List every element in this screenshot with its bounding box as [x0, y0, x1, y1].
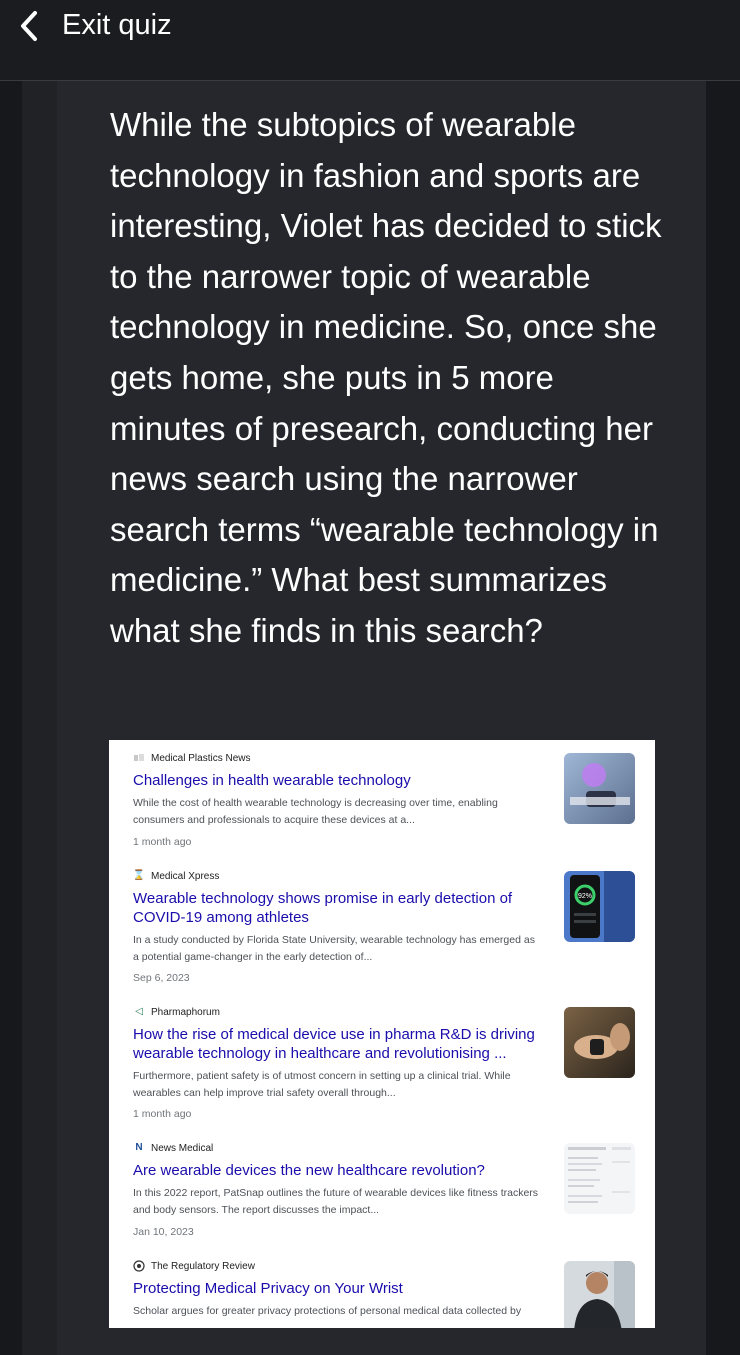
result-date: 1 month ago [133, 836, 192, 848]
result-snippet: Furthermore, patient safety is of utmost… [133, 1070, 511, 1099]
pharmaphorum-logo: ◁ [135, 1006, 143, 1017]
result-date: Sep 6, 2023 [133, 972, 190, 984]
result-snippet: In a study conducted by Florida State Un… [133, 934, 535, 963]
question-text: While the subtopics of wearable technolo… [110, 106, 662, 649]
result-source: N News Medical [133, 1141, 213, 1155]
chevron-left-icon[interactable] [12, 8, 48, 44]
result-title-link[interactable]: How the rise of medical device use in ph… [133, 1025, 543, 1063]
exit-quiz-button[interactable]: Exit quiz [62, 7, 172, 43]
result-title-link[interactable]: Protecting Medical Privacy on Your Wrist [133, 1279, 543, 1298]
search-results-image: Medical Plastics News Challenges in heal… [109, 740, 655, 1328]
result-title-link[interactable]: Wearable technology shows promise in ear… [133, 889, 543, 927]
person-with-smartwatch-photo[interactable] [564, 1261, 635, 1328]
fitness-app-phone-photo[interactable]: 92% [564, 871, 635, 942]
regulatory-review-logo [133, 1260, 145, 1272]
result-source: The Regulatory Review [133, 1259, 255, 1273]
medical-plastics-news-logo [133, 752, 145, 764]
result-source: ◁ Pharmaphorum [133, 1005, 220, 1019]
result-date: Jan 10, 2023 [133, 1226, 194, 1238]
result-snippet: Scholar argues for greater privacy prote… [133, 1305, 522, 1317]
smartwatch-photo[interactable] [564, 753, 635, 824]
result-title-link[interactable]: Challenges in health wearable technology [133, 771, 543, 790]
left-margin [0, 81, 22, 1355]
news-medical-logo: N [135, 1142, 143, 1153]
right-margin [706, 81, 740, 1355]
report-document-thumbnail[interactable] [564, 1143, 635, 1214]
medical-xpress-logo: ⌛ [132, 870, 146, 881]
result-title-link[interactable]: Are wearable devices the new healthcare … [133, 1161, 543, 1180]
progress-rail [22, 81, 57, 1355]
top-bar: Exit quiz [0, 0, 740, 81]
thumb-percent-label: 92% [578, 893, 592, 900]
result-source: Medical Plastics News [133, 751, 250, 765]
result-source: ⌛ Medical Xpress [132, 870, 220, 882]
result-date: 1 month ago [133, 1108, 192, 1120]
result-snippet: In this 2022 report, PatSnap outlines th… [133, 1187, 539, 1216]
wrist-device-photo[interactable] [564, 1007, 635, 1078]
result-snippet: While the cost of health wearable techno… [133, 797, 498, 826]
